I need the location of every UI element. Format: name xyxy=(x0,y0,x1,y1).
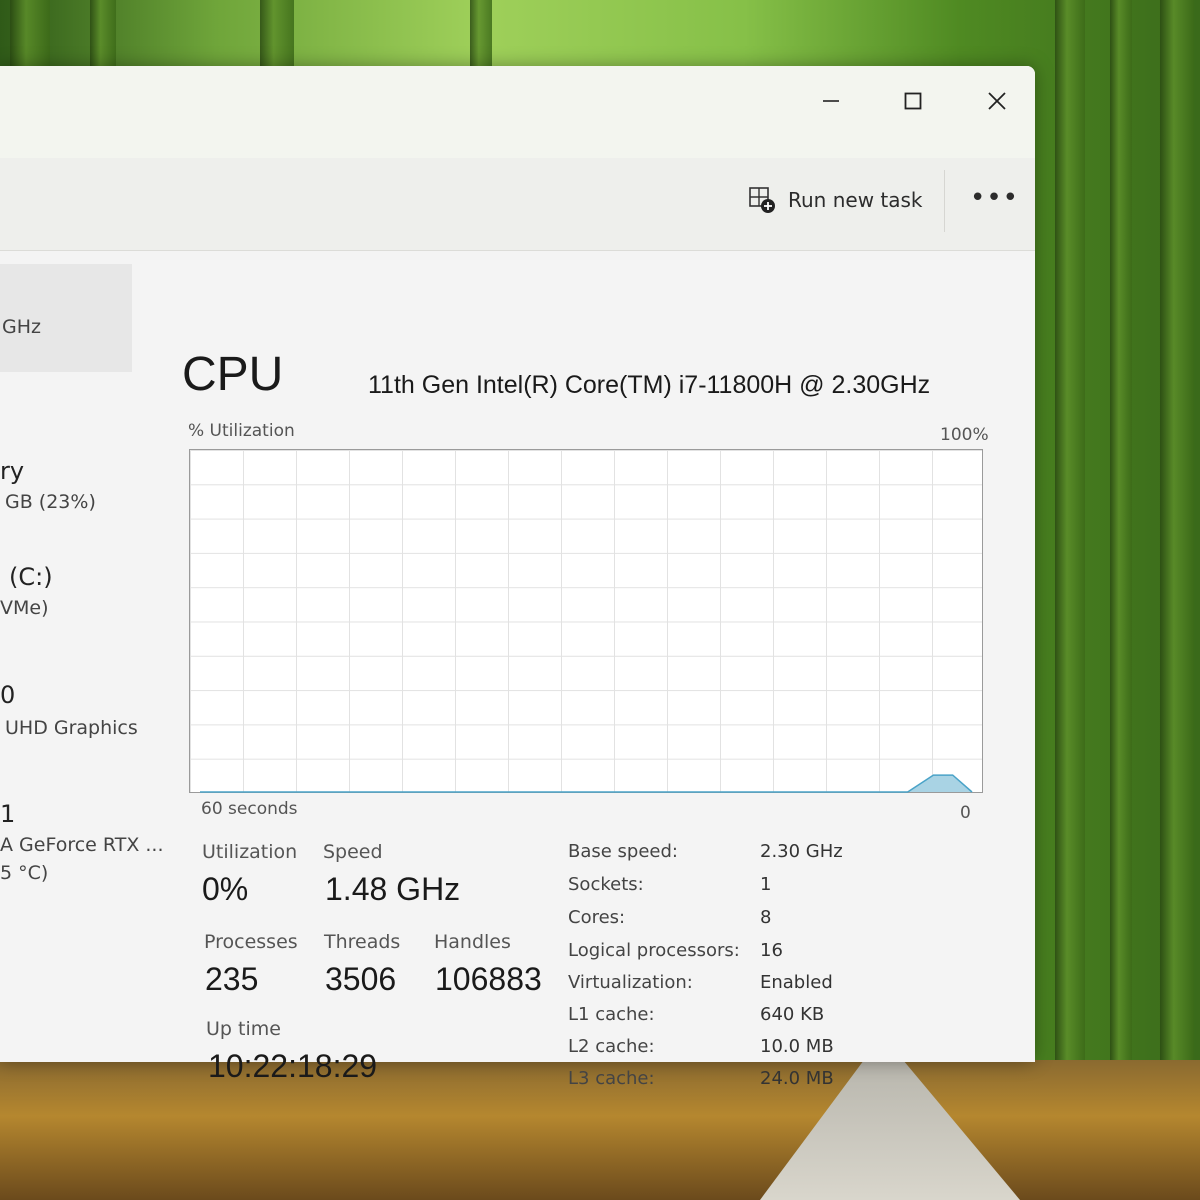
threads-label: Threads xyxy=(324,931,401,953)
page-title: CPU xyxy=(182,348,284,401)
utilization-line xyxy=(200,774,973,793)
title-bar xyxy=(0,66,1035,158)
uptime-label: Up time xyxy=(206,1018,281,1040)
sidebar-item-title: 0 xyxy=(0,681,16,709)
max-percent-label: 100% xyxy=(940,425,989,445)
sidebar-item-sub: GHz xyxy=(2,316,41,338)
info-value: 1 xyxy=(760,874,772,895)
info-label: L1 cache: xyxy=(568,1004,655,1025)
info-value: 10.0 MB xyxy=(760,1036,834,1057)
close-button[interactable] xyxy=(974,78,1020,124)
threads-value: 3506 xyxy=(325,961,397,997)
sidebar-item-cpu[interactable]: GHz xyxy=(0,264,132,372)
info-value: 8 xyxy=(760,907,772,928)
sidebar-item-title: 1 xyxy=(0,800,16,828)
info-value: 16 xyxy=(760,940,783,961)
utilization-label: Utilization xyxy=(202,841,298,863)
info-value: 24.0 MB xyxy=(760,1068,834,1089)
info-label: Cores: xyxy=(568,907,626,928)
info-label: Base speed: xyxy=(568,841,678,862)
info-label: L2 cache: xyxy=(568,1036,655,1057)
min-value-label: 0 xyxy=(960,803,971,823)
close-icon xyxy=(988,92,1006,110)
performance-pane: GHz ry GB (23%) (C:) VMe) 0 UHD Graphics… xyxy=(0,251,1035,1089)
sidebar-item-sub: UHD Graphics xyxy=(5,717,138,739)
info-label: Logical processors: xyxy=(568,940,740,961)
utilization-value: 0% xyxy=(202,871,249,907)
toolbar: Run new task ••• xyxy=(0,158,1035,251)
info-label: L3 cache: xyxy=(568,1068,655,1089)
run-task-icon xyxy=(749,187,775,213)
sidebar-item-sub: A GeForce RTX ... xyxy=(0,834,164,856)
minimize-icon xyxy=(823,100,839,102)
speed-label: Speed xyxy=(323,841,383,863)
cpu-utilization-graph xyxy=(189,449,983,793)
utilization-axis-label: % Utilization xyxy=(188,421,295,441)
task-manager-window: Run new task ••• GHz ry GB (23%) (C:) VM… xyxy=(0,66,1035,1089)
more-options-button[interactable]: ••• xyxy=(970,185,1019,211)
utilization-area xyxy=(200,775,972,792)
sidebar-item-sub: GB (23%) xyxy=(5,491,96,513)
maximize-button[interactable] xyxy=(890,78,936,124)
maximize-icon xyxy=(904,92,922,110)
minimize-button[interactable] xyxy=(808,78,854,124)
handles-value: 106883 xyxy=(435,961,542,997)
run-new-task-label: Run new task xyxy=(788,188,923,212)
info-label: Sockets: xyxy=(568,874,644,895)
info-value: 640 KB xyxy=(760,1004,825,1025)
processes-label: Processes xyxy=(204,931,298,953)
sidebar-item-title: ry xyxy=(0,457,25,485)
processes-value: 235 xyxy=(205,961,259,997)
sidebar-item-title: (C:) xyxy=(9,563,53,591)
toolbar-divider xyxy=(944,170,945,232)
handles-label: Handles xyxy=(434,931,511,953)
sidebar-item-sub: VMe) xyxy=(0,597,49,619)
speed-value: 1.48 GHz xyxy=(325,871,461,907)
time-span-label: 60 seconds xyxy=(201,799,298,819)
run-new-task-button[interactable]: Run new task xyxy=(748,186,923,214)
sidebar-item-temp: 5 °C) xyxy=(0,862,49,884)
uptime-value: 10:22:18:29 xyxy=(208,1048,378,1084)
info-value: 2.30 GHz xyxy=(760,841,843,862)
graph-canvas xyxy=(200,774,973,793)
cpu-model-name: 11th Gen Intel(R) Core(TM) i7-11800H @ 2… xyxy=(368,371,931,399)
info-value: Enabled xyxy=(760,972,833,993)
info-label: Virtualization: xyxy=(568,972,693,993)
